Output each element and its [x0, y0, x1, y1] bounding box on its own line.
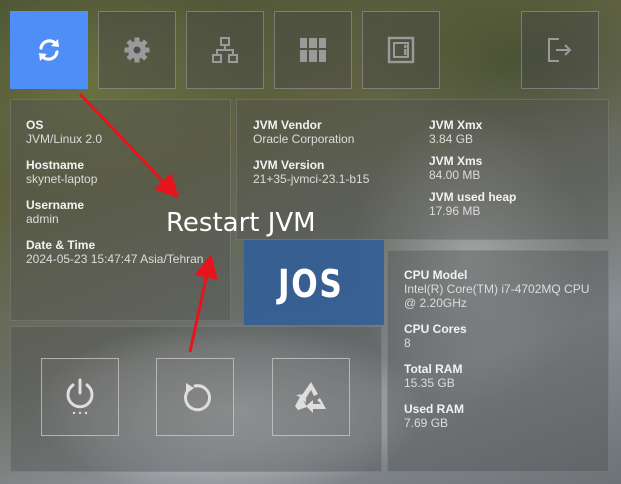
arrow-to-restart [188, 254, 218, 353]
annotation-arrows [78, 92, 218, 353]
arrow-to-refresh [78, 92, 180, 199]
